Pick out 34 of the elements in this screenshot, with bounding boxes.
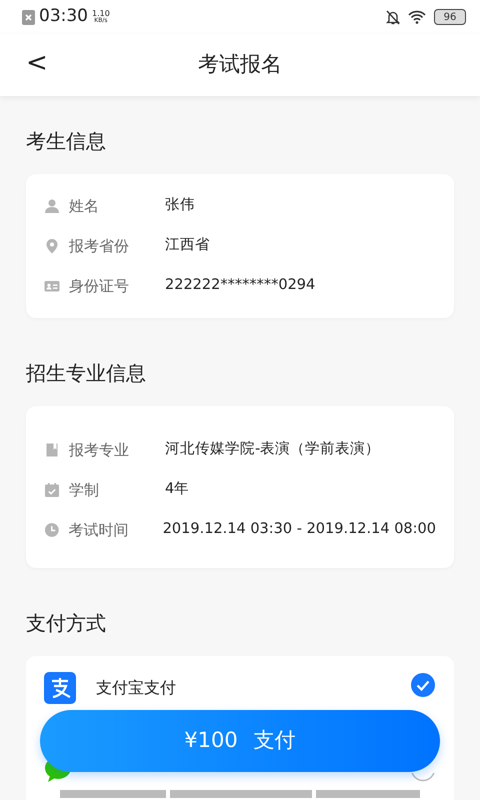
back-button[interactable]: <: [20, 48, 54, 78]
field-value: 2019.12.14 03:30 - 2019.12.14 08:00: [162, 520, 436, 540]
muted-bell-icon: [386, 10, 400, 24]
id-card-icon: [44, 278, 60, 294]
field-value: 张伟: [165, 196, 195, 216]
field-value: 222222********0294: [165, 276, 316, 296]
network-speed: 1.10: [92, 10, 110, 18]
section-title: 支付方式: [26, 610, 107, 637]
alipay-icon: [44, 672, 76, 704]
field-label: 学制: [69, 480, 100, 501]
battery-indicator: 96: [434, 9, 466, 25]
person-icon: [44, 198, 60, 214]
section-title: 招生专业信息: [26, 360, 147, 387]
payment-option-label: 支付宝支付: [96, 677, 176, 699]
book-icon: [44, 442, 60, 458]
calendar-icon: [44, 482, 60, 498]
sim-icon: [22, 10, 35, 24]
pay-button[interactable]: ¥100 支付: [40, 710, 440, 772]
clock-icon: [44, 522, 60, 538]
radio-button[interactable]: [410, 773, 436, 782]
field-value: 河北传媒学院-表演（学前表演）: [165, 440, 380, 460]
wifi-icon: [408, 10, 426, 24]
page-title: 考试报名: [198, 51, 282, 78]
status-time: 03:30: [39, 5, 88, 28]
field-label: 考试时间: [68, 520, 130, 541]
field-label: 姓名: [69, 196, 100, 217]
field-value: 江西省: [165, 236, 210, 256]
radio-button[interactable]: [410, 672, 436, 698]
location-pin-icon: [44, 238, 60, 254]
field-value: 4年: [165, 480, 190, 500]
field-label: 报考省份: [69, 236, 130, 257]
field-label: 身份证号: [69, 276, 130, 297]
field-label: 报考专业: [69, 440, 130, 461]
section-title: 考生信息: [26, 128, 107, 155]
